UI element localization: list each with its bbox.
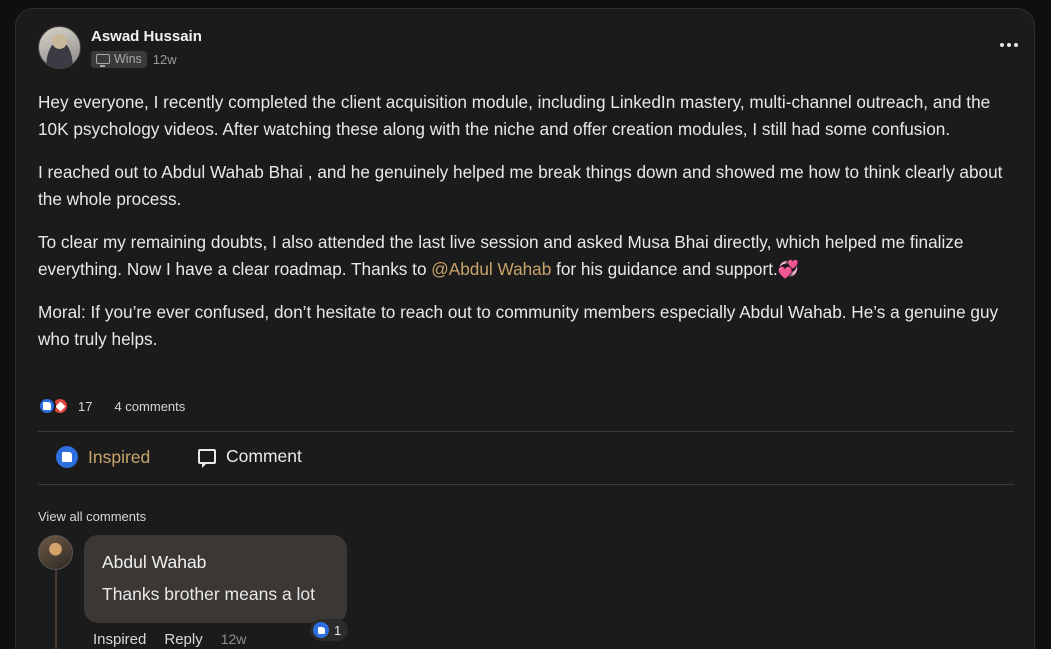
comment-count[interactable]: 4 comments <box>114 399 185 414</box>
inspired-button[interactable]: Inspired <box>56 446 150 468</box>
author-avatar[interactable] <box>38 26 81 69</box>
more-options-icon[interactable] <box>996 39 1022 51</box>
post-time: 12w <box>152 51 177 67</box>
post-paragraph: To clear my remaining doubts, I also att… <box>38 232 964 279</box>
post-actions: Inspired Comment <box>38 433 1014 485</box>
post-stats: 17 4 comments <box>38 396 185 416</box>
reaction-count[interactable]: 17 <box>78 399 92 414</box>
category-label: Wins <box>114 52 142 66</box>
post-meta: Wins 12w <box>91 50 177 68</box>
thread-line <box>55 569 57 649</box>
view-all-comments-link[interactable]: View all comments <box>38 509 146 524</box>
divider <box>38 484 1014 485</box>
commenter-avatar[interactable] <box>38 535 73 570</box>
author-name[interactable]: Aswad Hussain <box>91 28 202 45</box>
monitor-icon <box>96 54 110 67</box>
comment-time: 12w <box>220 631 247 647</box>
reaction-icons[interactable] <box>38 396 72 416</box>
inspired-label: Inspired <box>88 446 151 467</box>
comment-icon <box>198 449 216 468</box>
comment-inspired-button[interactable]: Inspired <box>93 631 146 648</box>
comment-label: Comment <box>226 446 302 466</box>
comment-reaction-badge[interactable]: 1 <box>310 619 349 641</box>
comment-reply-button[interactable]: Reply <box>164 631 202 648</box>
comment-author[interactable]: Abdul Wahab <box>102 552 206 573</box>
post-header: Aswad Hussain Wins 12w <box>38 26 998 70</box>
comment-text: Thanks brother means a lot <box>102 584 316 604</box>
post-paragraph: I reached out to Abdul Wahab Bhai , and … <box>38 162 1003 209</box>
thumbs-up-icon <box>313 622 329 638</box>
post-paragraph: Moral: If you’re ever confused, don’t he… <box>38 302 999 349</box>
thumbs-up-icon <box>56 446 78 468</box>
comment-button[interactable]: Comment <box>198 446 302 468</box>
comment-bubble: Abdul Wahab Thanks brother means a lot <box>84 535 347 623</box>
post-body: Hey everyone, I recently completed the c… <box>38 89 1018 369</box>
post-paragraph: Hey everyone, I recently completed the c… <box>38 92 991 139</box>
comment-reaction-count: 1 <box>334 622 342 638</box>
hearts-emoji: 💞 <box>777 258 800 279</box>
mention-link[interactable]: @Abdul Wahab <box>431 259 551 279</box>
divider <box>38 431 1014 432</box>
like-reaction-icon <box>38 397 56 415</box>
category-badge[interactable]: Wins <box>91 50 147 68</box>
comment-actions: Inspired Reply 12w <box>93 631 246 648</box>
post-card: Aswad Hussain Wins 12w Hey everyone, I r… <box>15 8 1035 649</box>
